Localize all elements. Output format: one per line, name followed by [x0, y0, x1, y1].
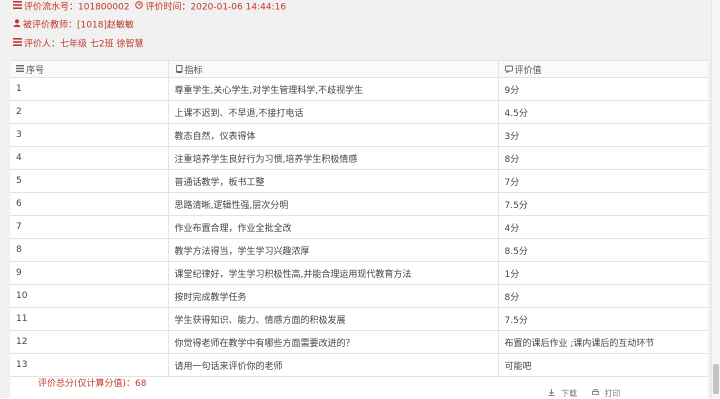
row-index: 2: [10, 100, 168, 124]
table-row: 12 你觉得老师在教学中有哪些方面需要改进的？ 布置的课后作业 ;课内课后的互动环节: [10, 330, 708, 354]
column-header-label: 序号: [26, 65, 45, 76]
row-index: 3: [10, 123, 168, 147]
table-row: 6 思路清晰,逻辑性强,层次分明 7.5分: [10, 192, 708, 216]
total-score: 评价总分(仅计算分值)：68: [38, 378, 146, 390]
row-index: 5: [10, 169, 168, 193]
evaluator-line: 评价人：七年级 七2班 徐智慧: [13, 37, 143, 51]
row-indicator: 课堂纪律好，学生学习积极性高,并能合理运用现代教育方法: [167, 261, 498, 285]
list-icon: [13, 0, 22, 14]
print-icon: [591, 389, 599, 398]
row-value: 4.5分: [497, 100, 708, 124]
row-index: 8: [10, 238, 168, 262]
table-row: 8 教学方法得当，学生学习兴趣浓厚 8.5分: [10, 238, 708, 262]
row-indicator: 教学方法得当，学生学习兴趣浓厚: [167, 238, 498, 262]
row-index: 6: [10, 192, 168, 216]
time-value: 2020-01-06 14:44:16: [190, 2, 287, 13]
list-icon: [13, 37, 22, 51]
download-label: 下载: [561, 389, 577, 398]
serial-line: 评价流水号：101800002 评价时间：2020-01-06 14:44:16: [13, 0, 286, 14]
evaluation-table: 序号 指标 评价值 1 尊重学生,关心学生,对学生管理科学,不歧视学生 9分 2 上课…: [10, 60, 708, 377]
row-indicator: 按时完成教学任务: [167, 284, 498, 308]
row-index: 12: [10, 330, 168, 354]
row-index: 1: [10, 77, 168, 101]
row-value: 8.5分: [497, 238, 708, 262]
print-label: 打印: [604, 389, 621, 398]
row-index: 11: [10, 307, 168, 331]
row-index: 4: [10, 146, 168, 170]
row-indicator: 你觉得老师在教学中有哪些方面需要改进的？: [167, 330, 498, 354]
row-indicator: 尊重学生,关心学生,对学生管理科学,不歧视学生: [167, 77, 498, 101]
row-value: 8分: [497, 146, 708, 170]
row-index: 9: [10, 261, 168, 285]
evaluator-label: 评价人：: [24, 39, 61, 50]
comment-icon: [504, 65, 513, 76]
table-row: 1 尊重学生,关心学生,对学生管理科学,不歧视学生 9分: [10, 77, 708, 101]
evaluation-card: 序号 指标 评价值 1 尊重学生,关心学生,对学生管理科学,不歧视学生 9分 2 上课…: [10, 60, 708, 398]
row-value: 4分: [497, 215, 708, 239]
row-indicator: 学生获得知识、能力、情感方面的积极发展: [167, 307, 498, 331]
row-indicator: 上课不迟到、不早退,不接打电话: [167, 100, 498, 124]
row-indicator: 注重培养学生良好行为习惯,培养学生积极情感: [167, 146, 498, 170]
row-value: 7.5分: [497, 307, 708, 331]
serial-value: 101800002: [78, 2, 130, 13]
column-header-value: 评价值: [497, 60, 708, 78]
total-value: 68: [135, 379, 147, 389]
table-row: 10 按时完成教学任务 8分: [10, 284, 708, 308]
teacher-value: [1018]赵敏敏: [77, 20, 134, 31]
table-row: 9 课堂纪律好，学生学习积极性高,并能合理运用现代教育方法 1分: [10, 261, 708, 285]
download-button[interactable]: 下载: [548, 389, 586, 398]
column-header-indicator: 指标: [167, 60, 498, 78]
row-value: 3分: [497, 123, 708, 147]
row-value: 布置的课后作业 ;课内课后的互动环节: [497, 330, 708, 354]
table-row: 7 作业布置合理，作业全批全改 4分: [10, 215, 708, 239]
table-row: 3 教态自然，仪表得体 3分: [10, 123, 708, 147]
teacher-line: 被评价教师：[1018]赵敏敏: [13, 18, 134, 32]
row-indicator: 普通话教学，板书工整: [167, 169, 498, 193]
print-button[interactable]: 打印: [591, 389, 627, 398]
row-index: 13: [10, 353, 168, 377]
serial-label: 评价流水号：: [24, 2, 79, 13]
download-icon: [548, 389, 555, 398]
content-pane: 评价流水号：101800002 评价时间：2020-01-06 14:44:16…: [0, 0, 712, 398]
book-icon: [175, 64, 183, 76]
row-indicator: 教态自然，仪表得体: [167, 123, 498, 147]
table-row: 13 请用一句话来评价你的老师 可能吧: [10, 353, 708, 377]
row-indicator: 作业布置合理，作业全批全改: [167, 215, 498, 239]
list-icon: [16, 65, 24, 75]
column-header-index: 序号: [10, 60, 168, 78]
column-header-label: 评价值: [514, 65, 542, 76]
table-row: 4 注重培养学生良好行为习惯,培养学生积极情感 8分: [10, 146, 708, 170]
row-value: 可能吧: [497, 353, 708, 377]
table-row: 11 学生获得知识、能力、情感方面的积极发展 7.5分: [10, 307, 708, 331]
row-index: 10: [10, 284, 168, 308]
teacher-label: 被评价教师：: [23, 20, 78, 31]
row-value: 8分: [497, 284, 708, 308]
table-row: 2 上课不迟到、不早退,不接打电话 4.5分: [10, 100, 708, 124]
user-icon: [13, 18, 21, 32]
row-value: 7分: [497, 169, 708, 193]
evaluator-value: 七年级 七2班 徐智慧: [60, 39, 144, 50]
time-label: 评价时间：: [145, 2, 191, 13]
row-index: 7: [10, 215, 168, 239]
row-value: 1分: [497, 261, 708, 285]
column-header-label: 指标: [184, 65, 203, 76]
table-row: 5 普通话教学，板书工整 7分: [10, 169, 708, 193]
total-label: 评价总分(仅计算分值)：: [38, 379, 136, 389]
vertical-scrollbar[interactable]: [711, 0, 720, 398]
row-value: 7.5分: [497, 192, 708, 216]
row-indicator: 思路清晰,逻辑性强,层次分明: [167, 192, 498, 216]
row-value: 9分: [497, 77, 708, 101]
scrollbar-thumb[interactable]: [713, 364, 719, 394]
table-header-row: 序号 指标 评价值: [10, 60, 708, 78]
row-indicator: 请用一句话来评价你的老师: [167, 353, 498, 377]
bottom-toolbar: 下载 打印: [548, 388, 633, 398]
clock-icon: [135, 0, 144, 14]
